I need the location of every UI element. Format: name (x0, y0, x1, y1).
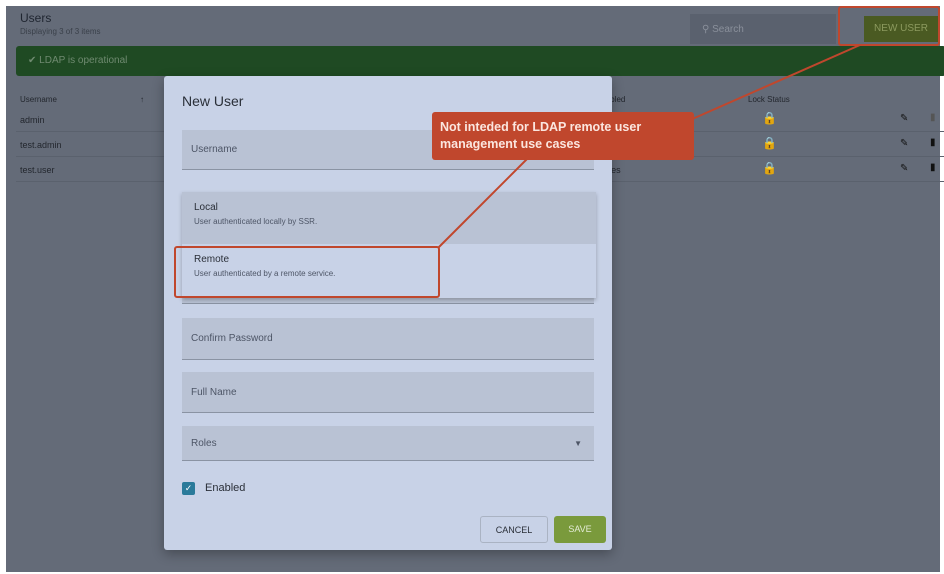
annotation-lines (437, 44, 861, 249)
annotation-highlight-remote (174, 246, 440, 298)
annotation-callout: Not inteded for LDAP remote user managem… (432, 112, 694, 160)
annotation-highlight-new-user (838, 6, 940, 46)
annotation-line (689, 44, 861, 121)
annotation-line (437, 157, 529, 249)
